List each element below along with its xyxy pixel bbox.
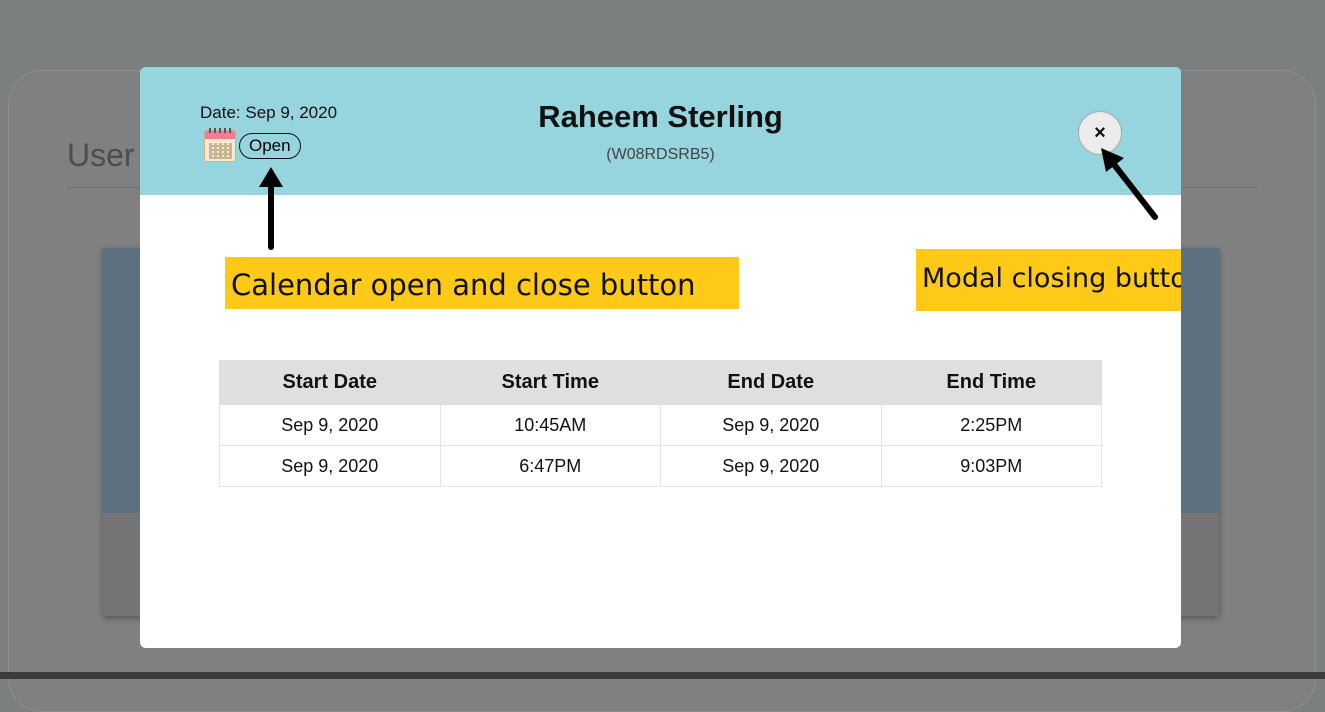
table-cell: Sep 9, 2020 [219, 445, 441, 487]
background-page-title: User [67, 137, 135, 173]
table-cell: 10:45AM [439, 404, 661, 446]
table-cell: 6:47PM [439, 445, 661, 487]
sessions-table: Start Date Start Time End Date End Time … [219, 360, 1102, 487]
table-cell: 9:03PM [880, 445, 1102, 487]
table-row: Sep 9, 2020 10:45AM Sep 9, 2020 2:25PM [219, 404, 1102, 446]
annotation-arrows [259, 148, 1158, 250]
table-cell: Sep 9, 2020 [219, 404, 441, 446]
arrow-icon [1101, 148, 1158, 220]
table-cell: 2:25PM [880, 404, 1102, 446]
column-header: End Time [880, 360, 1102, 405]
table-cell: Sep 9, 2020 [660, 404, 882, 446]
table-cell: Sep 9, 2020 [660, 445, 882, 487]
column-header: End Date [660, 360, 882, 405]
user-sessions-modal: Date: Sep 9, 2020 Open Raheem Sterling (… [140, 67, 1181, 648]
column-header: Start Date [219, 360, 441, 405]
table-header-row: Start Date Start Time End Date End Time [219, 360, 1102, 405]
arrow-icon [259, 167, 283, 250]
background-bottom-strip [0, 672, 1325, 679]
column-header: Start Time [439, 360, 661, 405]
table-row: Sep 9, 2020 6:47PM Sep 9, 2020 9:03PM [219, 445, 1102, 487]
